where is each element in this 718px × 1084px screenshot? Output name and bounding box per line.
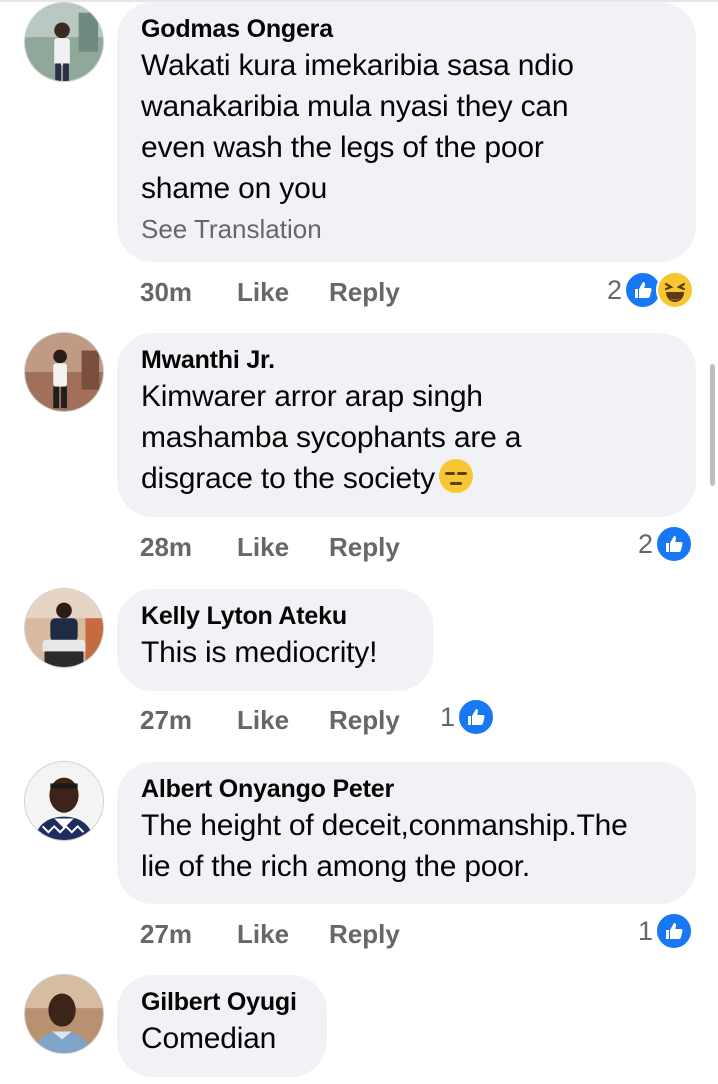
reaction-count: 1 <box>638 915 654 946</box>
like-icon <box>457 698 496 736</box>
comment-author[interactable]: Godmas Ongera <box>141 13 672 45</box>
comment-author[interactable]: Kelly Lyton Ateku <box>141 600 409 632</box>
reaction-count: 1 <box>440 701 456 732</box>
reply-button[interactable]: Reply <box>329 705 400 736</box>
comment-actions: 30m Like Reply <box>140 272 400 312</box>
avatar[interactable] <box>24 761 104 841</box>
comment-text-line: mashamba sycophants are a <box>141 421 522 454</box>
reaction-count: 2 <box>638 528 654 559</box>
comment-text-line: Kimwarer arror arap singh <box>141 380 483 413</box>
comment-text-line: This is mediocrity! <box>141 636 378 669</box>
comment-text-line: The height of deceit,conmanship.The <box>141 809 628 842</box>
comment-author[interactable]: Mwanthi Jr. <box>141 344 672 376</box>
like-button[interactable]: Like <box>237 277 329 308</box>
comment-text-line: disgrace to the society <box>141 462 435 495</box>
comment-timestamp[interactable]: 28m <box>140 532 237 563</box>
comment-bubble: Kelly Lyton Ateku This is mediocrity! <box>117 589 433 691</box>
comment-text-line: lie of the rich among the poor. <box>141 850 531 883</box>
avatar[interactable] <box>24 2 104 82</box>
reactions-summary[interactable]: 1 <box>440 697 496 737</box>
comment-bubble: Mwanthi Jr. Kimwarer arror arap singh ma… <box>117 333 696 517</box>
comment-text-line: even wash the legs of the poor <box>141 131 544 164</box>
avatar[interactable] <box>24 588 104 668</box>
reactions-summary[interactable]: 1 <box>638 911 694 951</box>
like-icon <box>655 912 694 950</box>
expressionless-face-emoji <box>438 459 473 493</box>
avatar[interactable] <box>24 974 104 1054</box>
see-translation-link[interactable]: See Translation <box>141 211 672 247</box>
like-button[interactable]: Like <box>237 532 329 563</box>
comment-author[interactable]: Albert Onyango Peter <box>141 773 672 805</box>
reply-button[interactable]: Reply <box>329 277 400 308</box>
comment-actions: 28m Like Reply <box>140 527 400 567</box>
like-button[interactable]: Like <box>237 705 329 736</box>
reactions-summary[interactable]: 2 <box>638 524 694 564</box>
scrollbar[interactable] <box>710 364 715 486</box>
comment-bubble: Albert Onyango Peter The height of decei… <box>117 762 696 904</box>
comment-bubble: Godmas Ongera Wakati kura imekaribia sas… <box>117 2 696 262</box>
comment-actions: 27m Like Reply <box>140 914 400 954</box>
reply-button[interactable]: Reply <box>329 532 400 563</box>
comment-timestamp[interactable]: 27m <box>140 919 237 950</box>
like-icon <box>655 525 694 563</box>
reactions-summary[interactable]: 2 <box>607 270 695 310</box>
comment-author[interactable]: Gilbert Oyugi <box>141 986 303 1018</box>
like-button[interactable]: Like <box>237 919 329 950</box>
reply-button[interactable]: Reply <box>329 919 400 950</box>
comment-text-line: Comedian <box>141 1022 277 1055</box>
haha-icon <box>656 271 695 309</box>
avatar[interactable] <box>24 332 104 412</box>
comment-timestamp[interactable]: 30m <box>140 277 237 308</box>
comment-text-line: shame on you <box>141 172 328 205</box>
comment-text-line: wanakaribia mula nyasi they can <box>141 90 569 123</box>
comment-actions: 27m Like Reply <box>140 700 400 740</box>
comment-text-line: Wakati kura imekaribia sasa ndio <box>141 49 574 82</box>
comment-timestamp[interactable]: 27m <box>140 705 237 736</box>
reaction-count: 2 <box>607 274 623 305</box>
comment-bubble: Gilbert Oyugi Comedian <box>117 975 327 1077</box>
